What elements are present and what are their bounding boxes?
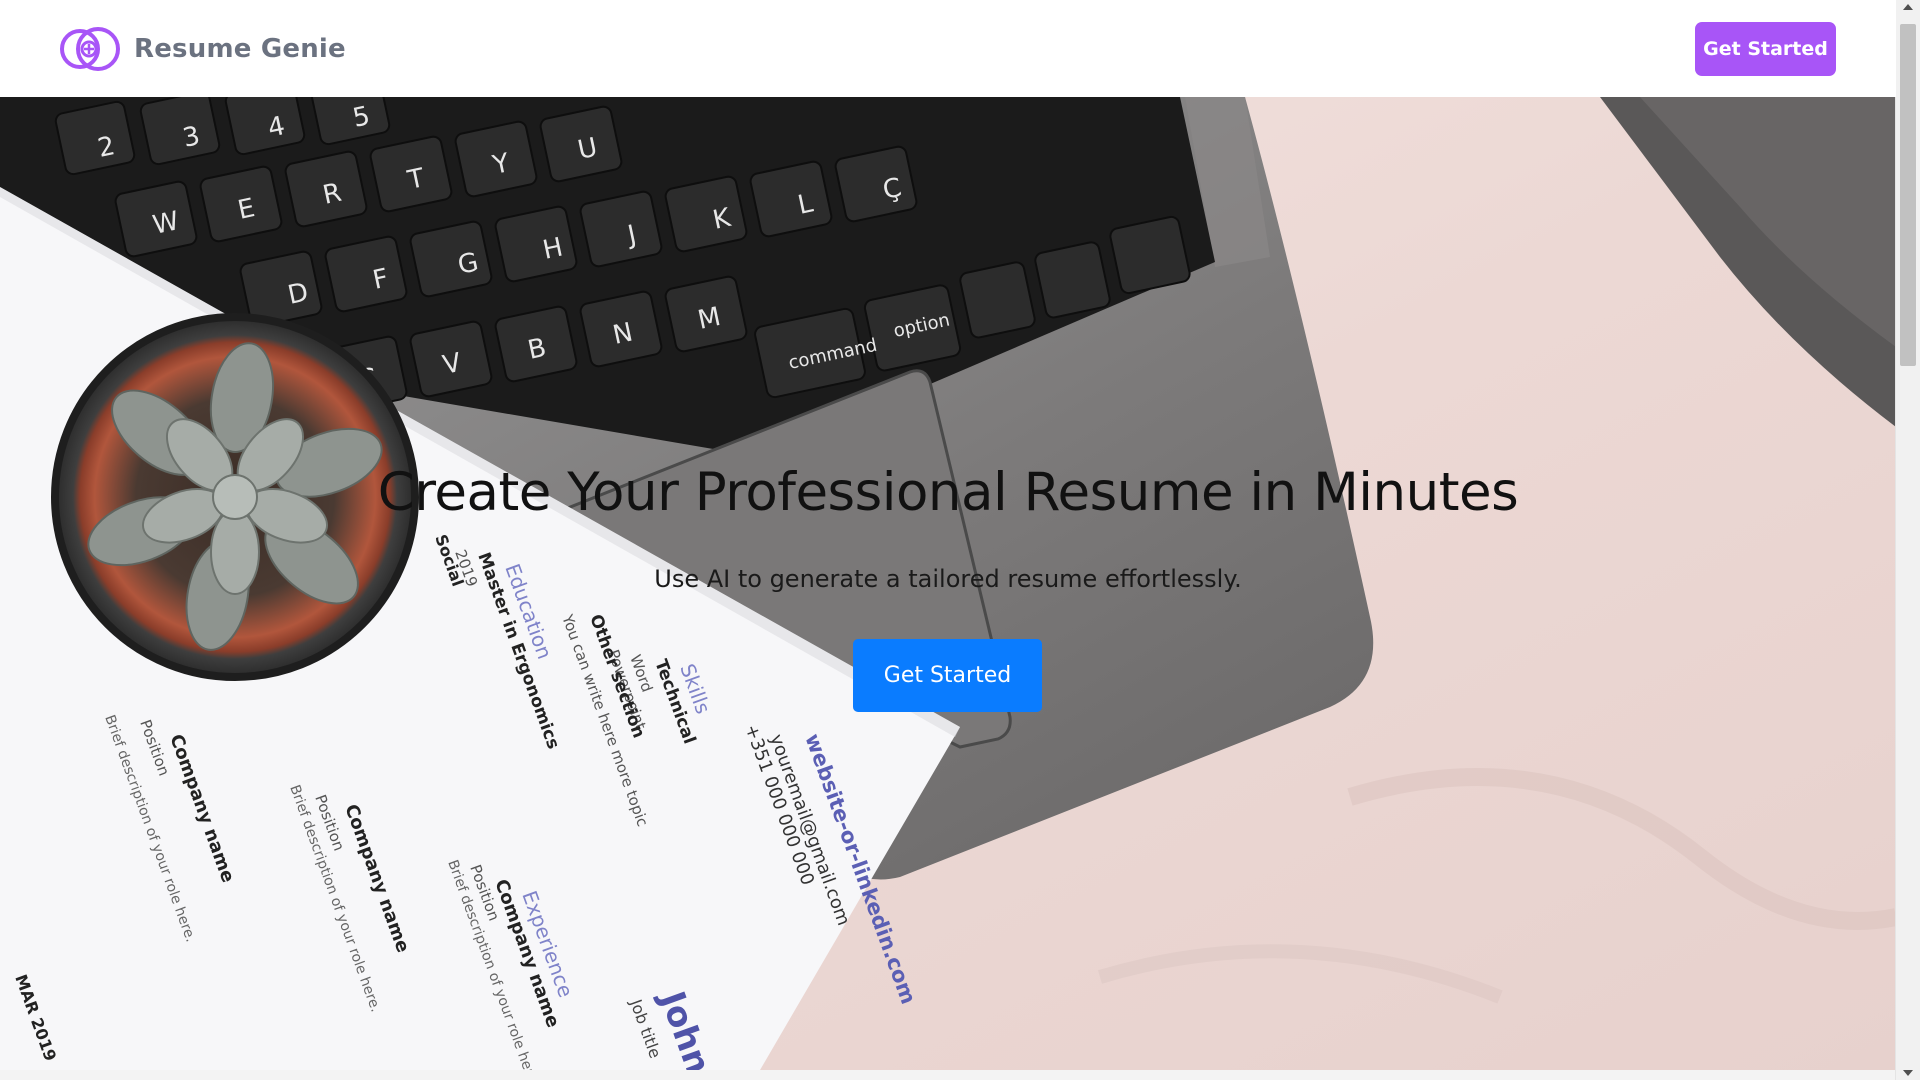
scroll-up-arrow-icon[interactable] bbox=[1903, 4, 1913, 10]
scroll-down-arrow-icon[interactable] bbox=[1903, 1070, 1913, 1076]
page: Resume Genie Get Started 2 3 4 5 W E R T… bbox=[0, 0, 1920, 1080]
hero-subtitle: Use AI to generate a tailored resume eff… bbox=[654, 565, 1242, 593]
header-get-started-button[interactable]: Get Started bbox=[1695, 22, 1836, 76]
hero-title: Create Your Professional Resume in Minut… bbox=[377, 462, 1519, 523]
brand[interactable]: Resume Genie bbox=[58, 24, 346, 74]
hero-section: 2 3 4 5 W E R T Y U D F G H J K L Ç C V bbox=[0, 97, 1896, 1070]
hero-get-started-button[interactable]: Get Started bbox=[853, 639, 1042, 712]
genie-swirl-logo-icon bbox=[60, 27, 120, 71]
vertical-scrollbar[interactable] bbox=[1895, 0, 1920, 1080]
scrollbar-thumb[interactable] bbox=[1900, 24, 1916, 366]
navbar: Resume Genie Get Started bbox=[0, 0, 1896, 97]
page-bottom-edge bbox=[0, 1070, 1896, 1080]
brand-name: Resume Genie bbox=[134, 34, 346, 64]
